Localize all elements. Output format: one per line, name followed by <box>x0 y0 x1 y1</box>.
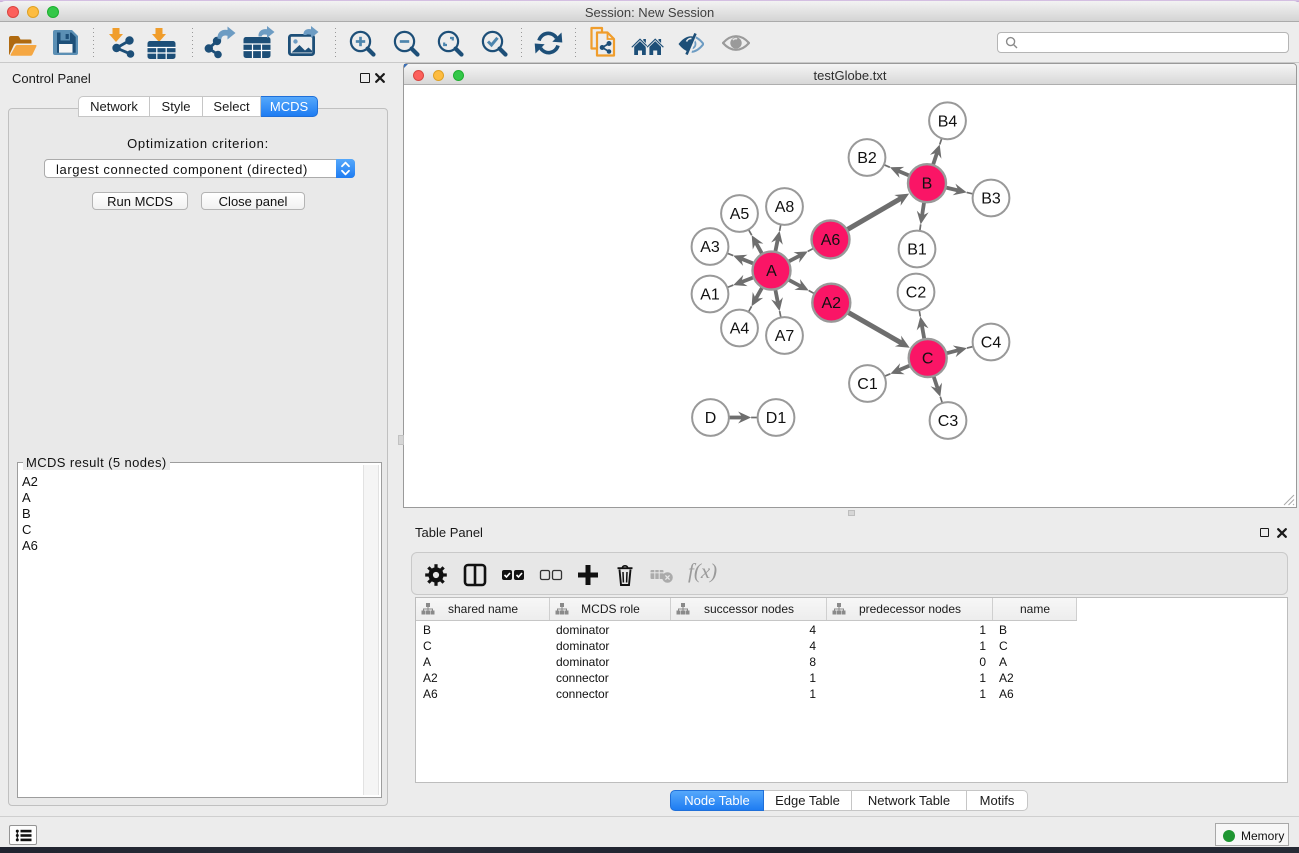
svg-text:A7: A7 <box>775 328 795 345</box>
svg-text:C2: C2 <box>906 285 927 302</box>
svg-text:C: C <box>922 351 934 368</box>
svg-text:A: A <box>766 263 777 280</box>
svg-text:A1: A1 <box>700 287 720 304</box>
svg-text:A5: A5 <box>730 206 750 223</box>
svg-text:C4: C4 <box>981 335 1002 352</box>
svg-text:A6: A6 <box>821 232 841 249</box>
svg-text:D1: D1 <box>766 410 787 427</box>
svg-text:B1: B1 <box>907 242 927 259</box>
svg-text:A4: A4 <box>730 321 750 338</box>
svg-text:A2: A2 <box>822 295 842 312</box>
svg-text:A3: A3 <box>700 239 720 256</box>
svg-text:D: D <box>705 410 717 427</box>
svg-text:B: B <box>922 176 933 193</box>
svg-text:C1: C1 <box>857 376 878 393</box>
svg-text:B3: B3 <box>981 191 1001 208</box>
svg-text:B4: B4 <box>938 113 958 130</box>
svg-text:A8: A8 <box>775 199 795 216</box>
svg-text:C3: C3 <box>938 413 959 430</box>
svg-text:B2: B2 <box>857 150 877 167</box>
